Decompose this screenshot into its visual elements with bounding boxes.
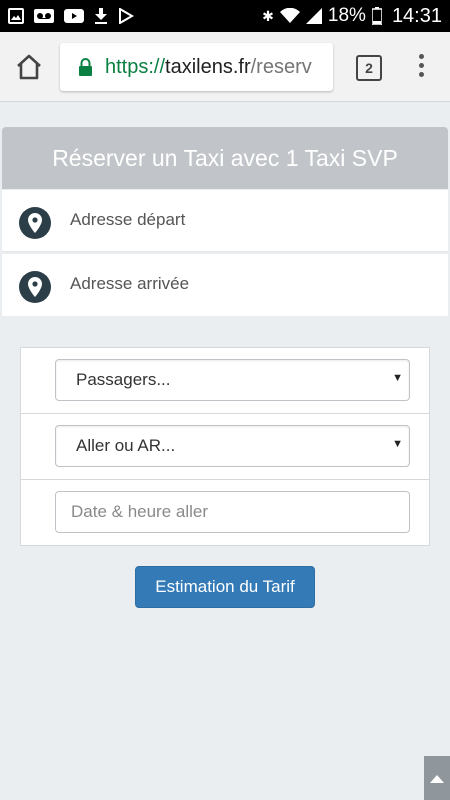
- trip-type-select[interactable]: Aller ou AR... ▼: [55, 425, 410, 467]
- tab-switcher-button[interactable]: 2: [356, 55, 382, 81]
- trip-type-value: Aller ou AR...: [76, 436, 176, 455]
- overflow-menu-icon[interactable]: [416, 54, 426, 82]
- youtube-icon: [64, 9, 84, 23]
- passengers-select[interactable]: Passagers... ▼: [55, 359, 410, 401]
- url-path: /reserv: [250, 55, 312, 78]
- notification-icons: [8, 8, 134, 24]
- map-pin-icon: [19, 271, 51, 303]
- arrival-address-field[interactable]: Adresse arrivée: [2, 254, 448, 316]
- datetime-placeholder: Date & heure aller: [71, 502, 209, 521]
- map-pin-icon: [19, 207, 51, 239]
- play-store-icon: [119, 8, 134, 24]
- home-icon[interactable]: [14, 52, 44, 82]
- clock: 14:31: [391, 4, 442, 27]
- departure-address-field[interactable]: Adresse départ: [2, 190, 448, 252]
- estimate-fare-button[interactable]: Estimation du Tarif: [135, 566, 315, 608]
- system-icons: ✱ 18% 14:31: [262, 5, 442, 28]
- departure-placeholder: Adresse départ: [70, 210, 186, 229]
- chevron-up-icon: [430, 775, 444, 783]
- wifi-icon: [279, 8, 300, 23]
- booking-options-form: Passagers... ▼ Aller ou AR... ▼ Date & h…: [20, 347, 430, 546]
- datetime-input[interactable]: Date & heure aller: [55, 491, 410, 533]
- passengers-row: Passagers... ▼: [21, 348, 429, 414]
- signal-icon: [305, 8, 322, 24]
- status-bar: ✱ 18% 14:31: [0, 0, 450, 32]
- address-bar[interactable]: https://taxilens.fr/reserv: [60, 43, 333, 91]
- url-scheme: https://: [105, 55, 166, 78]
- chevron-down-icon: ▼: [392, 438, 403, 450]
- voicemail-icon: [34, 9, 54, 23]
- bluetooth-icon: ✱: [262, 8, 274, 24]
- url-text: https://taxilens.fr/reserv: [105, 56, 312, 79]
- arrival-placeholder: Adresse arrivée: [70, 274, 190, 293]
- booking-title: Réserver un Taxi avec 1 Taxi SVP: [2, 127, 448, 189]
- gallery-icon: [8, 8, 24, 24]
- chevron-down-icon: ▼: [392, 372, 403, 384]
- download-icon: [95, 8, 107, 24]
- datetime-row: Date & heure aller: [21, 480, 429, 546]
- battery-icon: [371, 7, 382, 25]
- browser-toolbar: https://taxilens.fr/reserv 2: [0, 32, 450, 102]
- url-host: taxilens.fr: [165, 55, 251, 78]
- scroll-to-top-button[interactable]: [424, 756, 450, 800]
- passengers-value: Passagers...: [76, 370, 171, 389]
- battery-percent: 18%: [327, 5, 366, 26]
- trip-type-row: Aller ou AR... ▼: [21, 414, 429, 480]
- lock-icon: [79, 58, 92, 76]
